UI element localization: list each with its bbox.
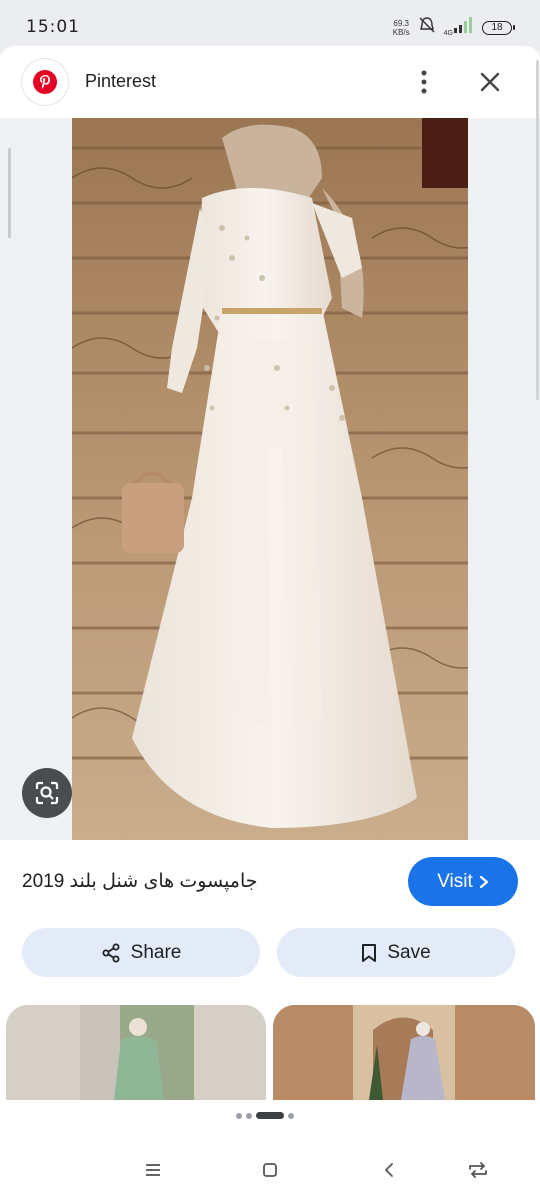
carousel-dot: [236, 1112, 242, 1119]
dnd-icon: [418, 16, 436, 39]
app-title: Pinterest: [85, 71, 157, 91]
close-button[interactable]: [474, 66, 506, 98]
related-photo-2: [273, 1005, 535, 1100]
battery-icon: 18: [482, 20, 515, 35]
carousel-indicator: [236, 1112, 294, 1119]
pin-caption: جامپسوت های شنل بلند 2019: [22, 871, 258, 892]
rotate-button[interactable]: [462, 1154, 494, 1186]
related-photo-1: [6, 1005, 266, 1100]
image-scroll-indicator: [8, 148, 11, 238]
visit-label: Visit: [437, 870, 473, 892]
save-label: Save: [387, 941, 431, 963]
back-chevron-icon: [385, 1163, 393, 1177]
status-icons: 69.3 KB/s 4G 18: [392, 16, 515, 39]
visit-button[interactable]: Visit: [408, 857, 518, 906]
share-label: Share: [130, 941, 182, 963]
cell-signal: 4G: [444, 17, 474, 38]
network-speed: 69.3 KB/s: [392, 18, 410, 37]
carousel-dot-active: [256, 1112, 284, 1119]
back-button[interactable]: [373, 1154, 405, 1186]
related-image-card[interactable]: [273, 1005, 535, 1100]
status-time: 15:01: [26, 17, 80, 37]
pinterest-logo-icon: [22, 59, 68, 105]
home-button[interactable]: [254, 1154, 286, 1186]
system-nav-bar: [0, 1140, 540, 1200]
pin-image[interactable]: [72, 118, 468, 840]
signal-icon: [454, 17, 474, 38]
carousel-dot: [288, 1112, 294, 1119]
save-button[interactable]: Save: [277, 928, 515, 977]
recent-apps-button[interactable]: [137, 1154, 169, 1186]
share-icon: [102, 943, 120, 962]
page-scrollbar: [536, 60, 539, 400]
visual-search-button[interactable]: [22, 768, 72, 818]
related-image-card[interactable]: [6, 1005, 266, 1100]
menu-icon: [146, 1164, 160, 1176]
app-header: Pinterest: [0, 46, 540, 118]
more-vert-icon: [421, 70, 427, 94]
chevron-right-icon: [479, 875, 488, 888]
share-button[interactable]: Share: [22, 928, 260, 977]
more-options-button[interactable]: [408, 66, 440, 98]
lens-icon: [35, 781, 59, 805]
pin-photo-illustration: [72, 118, 468, 840]
close-icon: [480, 72, 500, 92]
rotate-icon: [469, 1162, 487, 1178]
home-square-icon: [263, 1163, 277, 1177]
carousel-dot: [246, 1112, 252, 1119]
bookmark-icon: [362, 943, 377, 962]
